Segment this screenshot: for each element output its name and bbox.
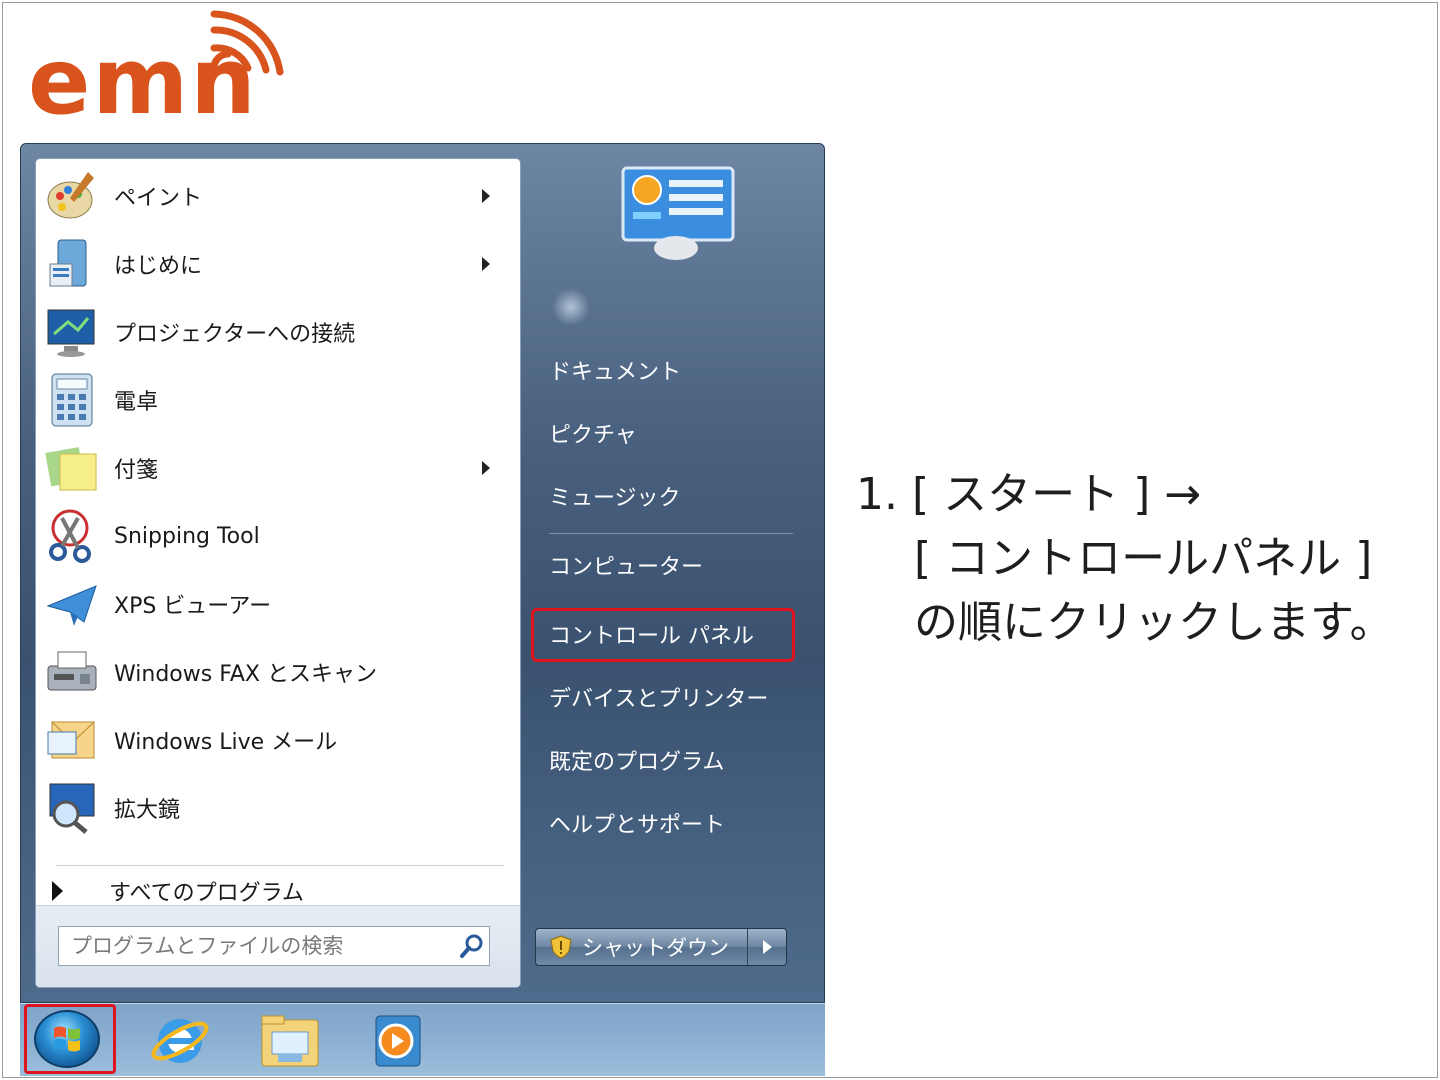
instruction-step-2: [ コントロールパネル ] <box>914 533 1373 584</box>
program-label: はじめに <box>114 254 203 279</box>
control-panel-picture-icon <box>621 166 735 262</box>
emn-logo: emn <box>28 8 288 128</box>
programs-pane: ペイント はじめに プロジェクターへの接続 電卓 付箋 Snipping Too… <box>35 158 521 988</box>
instruction-step-3: の順にクリックします。 <box>914 597 1394 648</box>
program-item-calculator[interactable]: 電卓 <box>42 367 510 433</box>
taskbar <box>20 1003 825 1076</box>
program-label: 付箋 <box>114 458 159 483</box>
program-item-snipping-tool[interactable]: Snipping Tool <box>42 503 510 569</box>
search-icon[interactable] <box>455 929 489 963</box>
start-menu: ペイント はじめに プロジェクターへの接続 電卓 付箋 Snipping Too… <box>20 143 825 1003</box>
projector-icon <box>42 302 102 362</box>
search-input[interactable] <box>59 927 455 965</box>
media-player-icon[interactable] <box>366 1010 430 1072</box>
search-box[interactable] <box>58 926 490 966</box>
computer-link[interactable]: コンピューター <box>549 545 703 585</box>
fax-icon <box>42 642 102 702</box>
windows-logo-icon <box>54 1026 80 1052</box>
program-label: Windows FAX とスキャン <box>114 662 377 687</box>
scissors-icon <box>42 506 102 566</box>
arrow-right-icon <box>762 940 772 954</box>
magnifier-icon <box>42 778 102 838</box>
submenu-arrow-icon <box>482 189 490 203</box>
file-explorer-icon[interactable] <box>258 1010 322 1072</box>
program-item-live-mail[interactable]: Windows Live メール <box>42 707 510 773</box>
sticky-notes-icon <box>42 438 102 498</box>
all-programs-label: すべてのプログラム <box>109 881 304 906</box>
documents-link[interactable]: ドキュメント <box>549 350 681 390</box>
start-button[interactable] <box>34 1010 100 1068</box>
program-label: ペイント <box>114 186 203 211</box>
program-item-projector[interactable]: プロジェクターへの接続 <box>42 299 510 365</box>
program-label: Windows Live メール <box>114 730 338 755</box>
program-item-sticky-notes[interactable]: 付箋 <box>42 435 510 501</box>
program-label: Snipping Tool <box>114 523 260 549</box>
default-programs-link[interactable]: 既定のプログラム <box>549 740 724 780</box>
program-item-fax-scan[interactable]: Windows FAX とスキャン <box>42 639 510 705</box>
program-item-paint[interactable]: ペイント <box>42 163 510 229</box>
program-item-magnifier[interactable]: 拡大鏡 <box>42 775 510 841</box>
program-label: 電卓 <box>114 390 159 415</box>
shutdown-button[interactable]: シャットダウン <box>536 929 748 965</box>
program-label: プロジェクターへの接続 <box>114 322 356 347</box>
help-support-link[interactable]: ヘルプとサポート <box>549 803 725 843</box>
shutdown-label: シャットダウン <box>582 936 729 960</box>
paint-icon <box>42 166 102 226</box>
shield-icon <box>550 935 572 959</box>
submenu-arrow-icon <box>482 461 490 475</box>
play-arrow-icon <box>52 881 63 901</box>
internet-explorer-icon[interactable] <box>148 1010 212 1072</box>
places-pane: ドキュメント ピクチャ ミュージック コンピューター コントロール パネル デバ… <box>521 144 826 1004</box>
pictures-link[interactable]: ピクチャ <box>549 413 637 453</box>
music-link[interactable]: ミュージック <box>549 476 681 516</box>
places-divider <box>549 533 793 534</box>
getting-started-icon <box>42 234 102 294</box>
devices-printers-link[interactable]: デバイスとプリンター <box>549 677 768 717</box>
programs-divider <box>56 865 504 866</box>
instruction-step-1: 1. [ スタート ] → <box>856 469 1202 520</box>
program-label: XPS ビューアー <box>114 594 272 619</box>
program-item-xps-viewer[interactable]: XPS ビューアー <box>42 571 510 637</box>
calculator-icon <box>42 370 102 430</box>
program-label: 拡大鏡 <box>114 798 181 823</box>
user-name-blur <box>551 289 591 325</box>
program-item-getting-started[interactable]: はじめに <box>42 231 510 297</box>
shutdown-options-button[interactable] <box>748 929 786 965</box>
xps-viewer-icon <box>42 574 102 634</box>
control-panel-highlight <box>531 608 795 662</box>
shutdown-button-group: シャットダウン <box>535 928 787 966</box>
submenu-arrow-icon <box>482 257 490 271</box>
mail-icon <box>42 710 102 770</box>
search-area <box>36 905 520 987</box>
signal-waves-icon <box>210 10 284 76</box>
